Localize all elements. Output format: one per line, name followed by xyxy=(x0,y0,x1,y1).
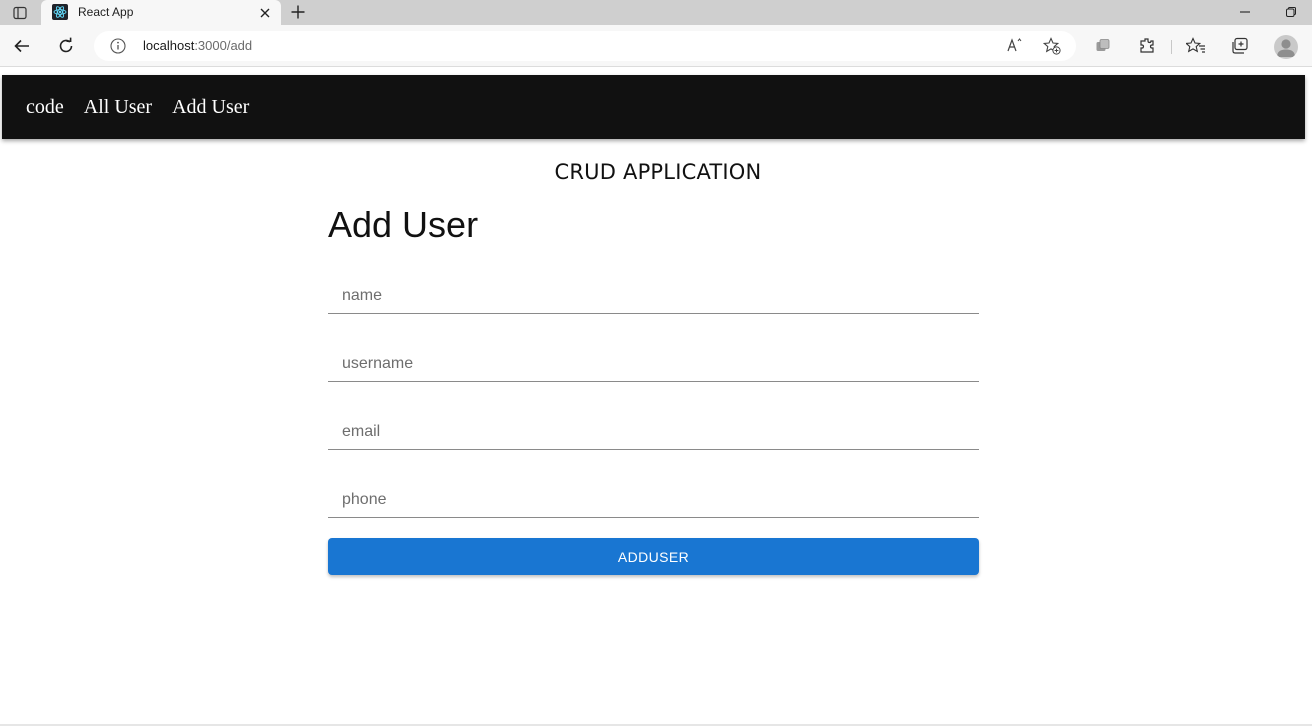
collections-icon[interactable] xyxy=(1228,34,1252,58)
nav-link-all-user[interactable]: All User xyxy=(84,96,152,119)
name-input[interactable] xyxy=(328,264,979,313)
url-text[interactable]: localhost:3000/add xyxy=(143,38,252,53)
app-navbar: code All User Add User xyxy=(2,75,1305,139)
form-title: Add User xyxy=(328,204,479,245)
info-icon[interactable] xyxy=(110,38,126,54)
phone-field xyxy=(328,468,979,518)
profile-avatar-icon[interactable] xyxy=(1274,35,1298,59)
minimize-icon[interactable] xyxy=(1234,2,1256,22)
back-arrow-icon[interactable] xyxy=(10,34,34,58)
add-user-button[interactable]: ADDUSER xyxy=(328,538,979,575)
nav-link-add-user[interactable]: Add User xyxy=(172,96,249,119)
toolbar-divider xyxy=(1171,40,1172,54)
react-logo-icon xyxy=(52,4,68,20)
app-heading: CRUD APPLICATION xyxy=(554,160,762,184)
name-field xyxy=(328,264,979,314)
email-field xyxy=(328,400,979,450)
address-bar[interactable]: localhost:3000/add xyxy=(94,31,1076,61)
workspaces-icon[interactable] xyxy=(1091,34,1115,58)
phone-input[interactable] xyxy=(328,468,979,517)
plus-icon[interactable] xyxy=(288,2,308,22)
tab-actions-icon[interactable] xyxy=(0,0,40,25)
favorites-icon[interactable] xyxy=(1184,34,1208,58)
refresh-icon[interactable] xyxy=(54,34,78,58)
add-favorite-icon[interactable] xyxy=(1042,36,1062,56)
close-icon[interactable] xyxy=(257,5,273,21)
username-input[interactable] xyxy=(328,332,979,381)
browser-toolbar: localhost:3000/add xyxy=(0,25,1312,67)
read-aloud-icon[interactable] xyxy=(1006,36,1026,56)
username-field xyxy=(328,332,979,382)
url-host: localhost xyxy=(143,38,195,53)
browser-tab[interactable]: React App xyxy=(41,0,281,25)
browser-tab-strip: React App xyxy=(0,0,1312,25)
email-input[interactable] xyxy=(328,400,979,449)
add-user-form: Add User ADDUSER xyxy=(328,200,979,575)
extensions-icon[interactable] xyxy=(1135,34,1159,58)
tab-title: React App xyxy=(78,5,134,19)
url-path: :3000/add xyxy=(194,38,253,53)
restore-icon[interactable] xyxy=(1280,2,1302,22)
nav-link-code[interactable]: code xyxy=(26,96,64,119)
